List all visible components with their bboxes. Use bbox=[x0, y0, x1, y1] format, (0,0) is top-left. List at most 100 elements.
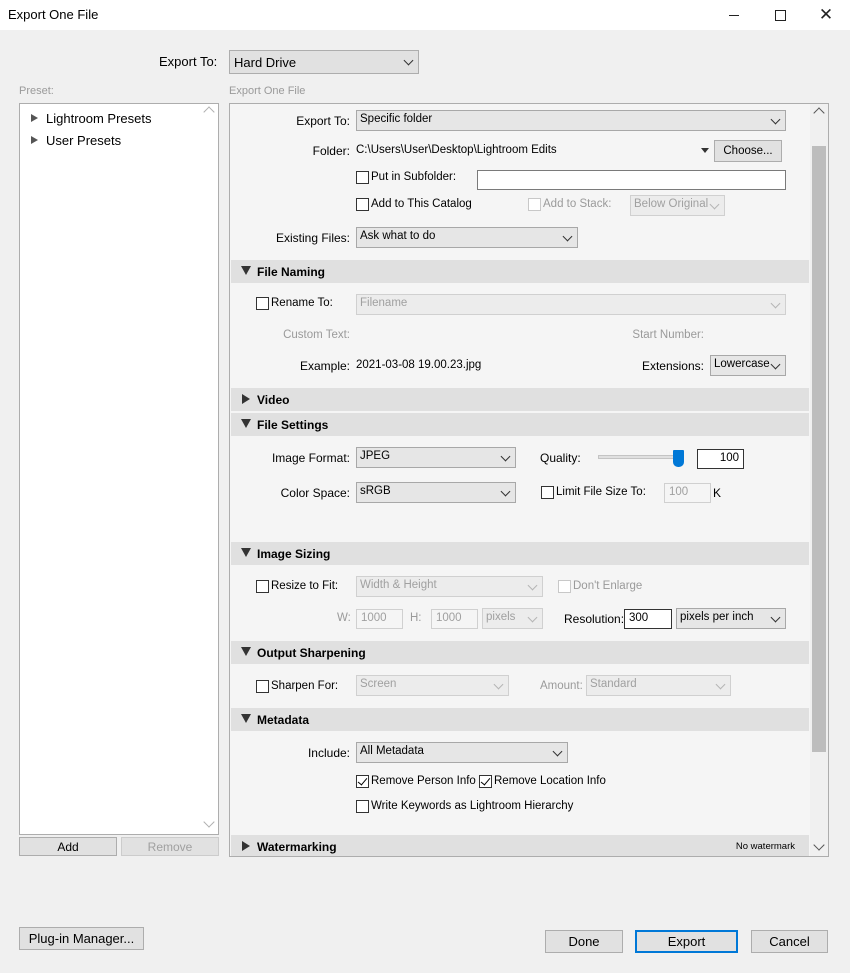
file-naming-header[interactable]: File Naming bbox=[231, 260, 809, 283]
add-stack-checkbox[interactable] bbox=[528, 198, 541, 211]
remove-preset-button[interactable]: Remove bbox=[121, 837, 219, 856]
chevron-down-icon bbox=[500, 486, 511, 497]
extensions-select[interactable]: Lowercase bbox=[710, 355, 786, 376]
color-space-value: sRGB bbox=[360, 485, 391, 497]
section-title: Metadata bbox=[257, 713, 310, 727]
scroll-down-icon[interactable] bbox=[813, 839, 825, 851]
export-to-value: Specific folder bbox=[360, 113, 433, 125]
folder-label: Folder: bbox=[312, 144, 350, 158]
chevron-down-icon bbox=[770, 359, 781, 370]
collapse-arrow-icon bbox=[241, 419, 251, 428]
chevron-down-icon bbox=[527, 580, 538, 591]
sharpen-target-select[interactable]: Screen bbox=[356, 675, 509, 696]
export-to-top-select[interactable]: Hard Drive bbox=[229, 50, 419, 74]
section-title: Watermarking bbox=[257, 840, 337, 854]
quality-slider-thumb[interactable] bbox=[673, 450, 684, 467]
scroll-down-icon[interactable] bbox=[203, 816, 215, 828]
cancel-button[interactable]: Cancel bbox=[751, 930, 828, 953]
image-sizing-header[interactable]: Image Sizing bbox=[231, 542, 809, 565]
include-label: Include: bbox=[307, 746, 350, 760]
vertical-scrollbar[interactable] bbox=[810, 104, 828, 856]
scrollbar-thumb[interactable] bbox=[812, 146, 826, 752]
maximize-icon bbox=[774, 9, 786, 21]
resize-label: Resize to Fit: bbox=[271, 580, 339, 592]
rename-checkbox[interactable] bbox=[256, 297, 269, 310]
subfolder-label: Put in Subfolder: bbox=[371, 171, 457, 183]
existing-files-select[interactable]: Ask what to do bbox=[356, 227, 578, 248]
folder-history-icon[interactable] bbox=[701, 148, 709, 153]
subfolder-input[interactable] bbox=[477, 170, 786, 190]
limit-size-unit: K bbox=[713, 486, 722, 500]
close-button[interactable]: ✕ bbox=[803, 0, 849, 30]
chevron-down-icon bbox=[709, 199, 720, 210]
quality-slider[interactable] bbox=[598, 450, 684, 467]
limit-size-checkbox[interactable] bbox=[541, 486, 554, 499]
extensions-label: Extensions: bbox=[641, 359, 704, 373]
sharpen-checkbox[interactable] bbox=[256, 680, 269, 693]
collapse-arrow-icon bbox=[241, 548, 251, 557]
amount-label: Amount: bbox=[540, 680, 583, 692]
extensions-value: Lowercase bbox=[714, 358, 770, 370]
folder-path: C:\Users\User\Desktop\Lightroom Edits bbox=[356, 144, 557, 156]
metadata-header[interactable]: Metadata bbox=[231, 708, 809, 731]
export-to-top-value: Hard Drive bbox=[234, 55, 297, 70]
scroll-up-icon[interactable] bbox=[813, 107, 825, 119]
image-format-select[interactable]: JPEG bbox=[356, 447, 516, 468]
add-preset-button[interactable]: Add bbox=[19, 837, 117, 856]
maximize-button[interactable] bbox=[757, 0, 803, 30]
keywords-hierarchy-checkbox[interactable] bbox=[356, 800, 369, 813]
expand-arrow-icon bbox=[31, 136, 38, 144]
width-input[interactable]: 1000 bbox=[356, 609, 403, 629]
include-metadata-select[interactable]: All Metadata bbox=[356, 742, 568, 763]
export-button[interactable]: Export bbox=[635, 930, 738, 953]
rename-template-value: Filename bbox=[360, 297, 408, 309]
quality-input[interactable]: 100 bbox=[697, 449, 744, 469]
start-number-label: Start Number: bbox=[632, 329, 704, 341]
add-catalog-checkbox[interactable] bbox=[356, 198, 369, 211]
done-button[interactable]: Done bbox=[545, 930, 623, 953]
include-metadata-value: All Metadata bbox=[360, 745, 424, 757]
sharpen-label: Sharpen For: bbox=[271, 680, 339, 692]
section-title: Output Sharpening bbox=[257, 646, 366, 660]
plugin-manager-button[interactable]: Plug-in Manager... bbox=[19, 927, 144, 950]
stack-position-select[interactable]: Below Original bbox=[630, 195, 725, 216]
resize-mode-select[interactable]: Width & Height bbox=[356, 576, 543, 597]
preset-item-label: Lightroom Presets bbox=[46, 111, 152, 126]
chevron-down-icon bbox=[562, 231, 573, 242]
width-label: W: bbox=[337, 612, 351, 624]
collapse-arrow-icon bbox=[241, 714, 251, 723]
chevron-down-icon bbox=[770, 298, 781, 309]
export-to-select[interactable]: Specific folder bbox=[356, 110, 786, 131]
preset-label: Preset: bbox=[19, 85, 54, 97]
color-space-select[interactable]: sRGB bbox=[356, 482, 516, 503]
height-input[interactable]: 1000 bbox=[431, 609, 478, 629]
chevron-down-icon bbox=[527, 612, 538, 623]
resize-checkbox[interactable] bbox=[256, 580, 269, 593]
collapse-arrow-icon bbox=[241, 266, 251, 275]
size-units-select[interactable]: pixels bbox=[482, 608, 543, 629]
dont-enlarge-checkbox[interactable] bbox=[558, 580, 571, 593]
watermarking-header[interactable]: Watermarking No watermark bbox=[231, 835, 809, 856]
chevron-down-icon bbox=[715, 679, 726, 690]
dont-enlarge-label: Don't Enlarge bbox=[573, 580, 643, 592]
remove-location-checkbox[interactable] bbox=[479, 775, 492, 788]
resolution-unit-select[interactable]: pixels per inch bbox=[676, 608, 786, 629]
choose-folder-button[interactable]: Choose... bbox=[714, 140, 782, 162]
remove-person-checkbox[interactable] bbox=[356, 775, 369, 788]
stack-position-value: Below Original bbox=[634, 198, 709, 210]
resolution-unit-value: pixels per inch bbox=[680, 611, 754, 623]
file-settings-header[interactable]: File Settings bbox=[231, 413, 809, 436]
scroll-up-icon[interactable] bbox=[203, 106, 215, 118]
chevron-down-icon bbox=[770, 114, 781, 125]
limit-size-input[interactable]: 100 bbox=[664, 483, 711, 503]
resolution-input[interactable]: 300 bbox=[624, 609, 672, 629]
amount-select[interactable]: Standard bbox=[586, 675, 731, 696]
add-stack-label: Add to Stack: bbox=[543, 198, 612, 210]
subfolder-checkbox[interactable] bbox=[356, 171, 369, 184]
minimize-button[interactable] bbox=[711, 0, 757, 30]
rename-template-select[interactable]: Filename bbox=[356, 294, 786, 315]
minimize-icon bbox=[729, 14, 739, 16]
output-sharpening-header[interactable]: Output Sharpening bbox=[231, 641, 809, 664]
video-header[interactable]: Video bbox=[231, 388, 809, 411]
resolution-label: Resolution: bbox=[564, 612, 625, 626]
